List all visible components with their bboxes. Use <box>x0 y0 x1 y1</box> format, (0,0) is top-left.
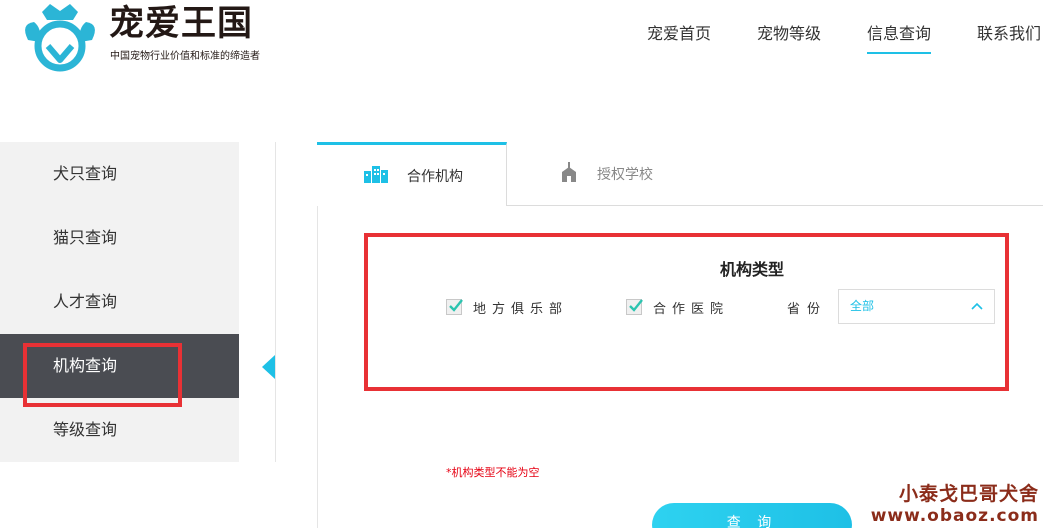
sidebar: 犬只查询 猫只查询 人才查询 机构查询 等级查询 <box>0 142 239 462</box>
nav-pet-grade[interactable]: 宠物等级 <box>757 22 821 56</box>
logo-title: 宠爱王国 <box>109 4 254 44</box>
sidebar-item-grade-query[interactable]: 等级查询 <box>0 398 239 462</box>
tab-label: 合作机构 <box>407 168 463 185</box>
divider <box>275 142 276 462</box>
query-button[interactable]: 查 询 <box>652 503 852 528</box>
nav-info-query[interactable]: 信息查询 <box>866 22 931 56</box>
province-label: 省份 <box>787 302 828 317</box>
checkbox-checked-icon <box>626 299 643 315</box>
sidebar-item-talent-query[interactable]: 人才查询 <box>0 270 239 334</box>
logo-subtitle: 中国宠物行业价值和标准的缔造者 <box>110 51 260 62</box>
filter-title: 机构类型 <box>720 260 785 279</box>
nav-home[interactable]: 宠爱首页 <box>647 22 711 56</box>
province-select-value: 全部 <box>850 299 875 313</box>
tab-partner-institutions[interactable]: 合作机构 <box>317 142 507 206</box>
crown-dog-logo-icon <box>25 4 95 72</box>
watermark-url: www.obaoz.com <box>870 506 1039 526</box>
sidebar-item-cat-query[interactable]: 猫只查询 <box>0 206 239 270</box>
checkbox-label: 合作医院 <box>653 301 730 317</box>
sidebar-item-dog-query[interactable]: 犬只查询 <box>0 142 239 206</box>
checkbox-label: 地方俱乐部 <box>473 301 569 317</box>
checkbox-checked-icon <box>446 299 463 315</box>
province-select[interactable]: 全部 <box>838 289 995 324</box>
watermark: 小泰戈巴哥犬舍 www.obaoz.com <box>871 482 1039 526</box>
tab-authorized-schools[interactable]: 授权学校 <box>507 142 697 206</box>
watermark-name: 小泰戈巴哥犬舍 <box>898 483 1039 505</box>
chevron-up-icon <box>971 302 983 310</box>
active-pointer-icon <box>262 355 275 379</box>
main-nav: 宠爱首页 宠物等级 信息查询 联系我们 <box>647 22 1043 56</box>
logo[interactable]: 宠爱王国 中国宠物行业价值和标准的缔造者 <box>18 2 318 72</box>
checkbox-partner-hospital[interactable]: 合作医院 <box>626 298 730 317</box>
buildings-icon <box>363 165 389 187</box>
tab-bar: 合作机构 授权学校 <box>317 142 1043 206</box>
checkbox-local-club[interactable]: 地方俱乐部 <box>446 298 569 317</box>
school-icon <box>559 162 579 186</box>
divider <box>317 205 318 528</box>
tab-label: 授权学校 <box>597 167 653 183</box>
nav-contact[interactable]: 联系我们 <box>977 22 1041 56</box>
highlight-frame-sidebar <box>23 343 182 407</box>
validation-message: *机构类型不能为空 <box>446 466 540 479</box>
